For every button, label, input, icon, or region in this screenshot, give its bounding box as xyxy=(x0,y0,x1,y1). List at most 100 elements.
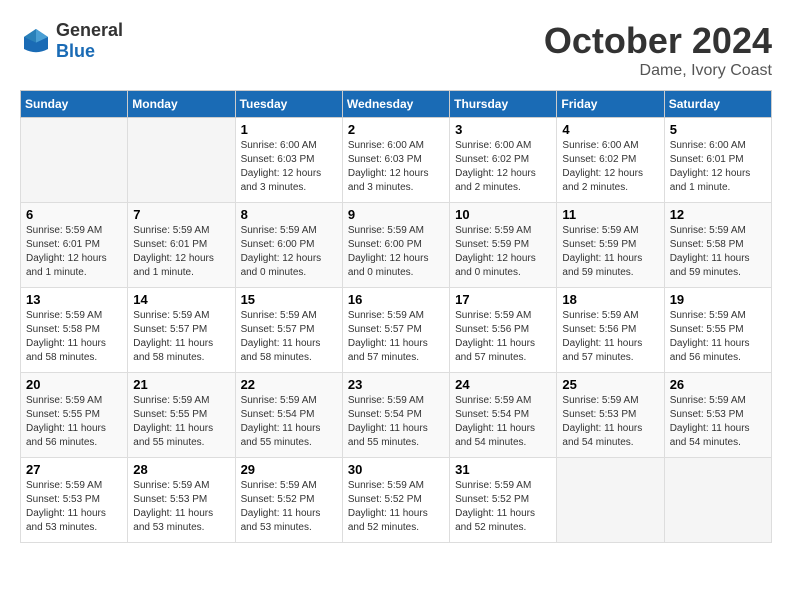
day-cell: 5Sunrise: 6:00 AM Sunset: 6:01 PM Daylig… xyxy=(664,118,771,203)
day-info: Sunrise: 5:59 AM Sunset: 5:56 PM Dayligh… xyxy=(562,309,658,365)
day-info: Sunrise: 5:59 AM Sunset: 6:01 PM Dayligh… xyxy=(133,224,229,280)
day-number: 27 xyxy=(26,462,122,477)
day-info: Sunrise: 5:59 AM Sunset: 5:52 PM Dayligh… xyxy=(241,479,337,535)
day-number: 9 xyxy=(348,207,444,222)
day-info: Sunrise: 5:59 AM Sunset: 5:52 PM Dayligh… xyxy=(455,479,551,535)
day-cell xyxy=(557,458,664,543)
day-info: Sunrise: 5:59 AM Sunset: 5:57 PM Dayligh… xyxy=(133,309,229,365)
calendar-table: SundayMondayTuesdayWednesdayThursdayFrid… xyxy=(20,90,772,543)
day-cell: 9Sunrise: 5:59 AM Sunset: 6:00 PM Daylig… xyxy=(342,203,449,288)
header-row: SundayMondayTuesdayWednesdayThursdayFrid… xyxy=(21,91,772,118)
day-cell: 15Sunrise: 5:59 AM Sunset: 5:57 PM Dayli… xyxy=(235,288,342,373)
week-row-4: 20 Sunrise: 5:59 AM Sunset: 5:55 PM Dayli… xyxy=(21,373,772,458)
day-cell: 16 Sunrise: 5:59 AM Sunset: 5:57 PM Dayli… xyxy=(342,288,449,373)
day-cell: 18 Sunrise: 5:59 AM Sunset: 5:56 PM Dayli… xyxy=(557,288,664,373)
day-info: Sunrise: 5:59 AM Sunset: 5:55 PM Dayligh… xyxy=(26,394,122,450)
day-number: 25 xyxy=(562,377,658,392)
day-number: 6 xyxy=(26,207,122,222)
day-cell: 24 Sunrise: 5:59 AM Sunset: 5:54 PM Dayli… xyxy=(450,373,557,458)
day-cell xyxy=(664,458,771,543)
day-cell: 19Sunrise: 5:59 AM Sunset: 5:55 PM Dayli… xyxy=(664,288,771,373)
day-cell xyxy=(128,118,235,203)
day-cell: 17Sunrise: 5:59 AM Sunset: 5:56 PM Dayli… xyxy=(450,288,557,373)
day-cell: 10 Sunrise: 5:59 AM Sunset: 5:59 PM Dayli… xyxy=(450,203,557,288)
day-number: 16 xyxy=(348,292,444,307)
day-info: Sunrise: 5:59 AM Sunset: 5:54 PM Dayligh… xyxy=(348,394,444,450)
title-block: October 2024 Dame, Ivory Coast xyxy=(544,20,772,80)
day-number: 31 xyxy=(455,462,551,477)
day-info: Sunrise: 5:59 AM Sunset: 6:00 PM Dayligh… xyxy=(241,224,337,280)
day-cell: 3 Sunrise: 6:00 AM Sunset: 6:02 PM Daylig… xyxy=(450,118,557,203)
day-cell: 31 Sunrise: 5:59 AM Sunset: 5:52 PM Dayli… xyxy=(450,458,557,543)
day-info: Sunrise: 5:59 AM Sunset: 5:59 PM Dayligh… xyxy=(455,224,551,280)
day-number: 8 xyxy=(241,207,337,222)
col-header-wednesday: Wednesday xyxy=(342,91,449,118)
col-header-thursday: Thursday xyxy=(450,91,557,118)
day-info: Sunrise: 5:59 AM Sunset: 6:01 PM Dayligh… xyxy=(26,224,122,280)
day-cell: 11 Sunrise: 5:59 AM Sunset: 5:59 PM Dayli… xyxy=(557,203,664,288)
day-number: 4 xyxy=(562,122,658,137)
day-cell: 20 Sunrise: 5:59 AM Sunset: 5:55 PM Dayli… xyxy=(21,373,128,458)
day-number: 12 xyxy=(670,207,766,222)
day-info: Sunrise: 6:00 AM Sunset: 6:03 PM Dayligh… xyxy=(348,139,444,195)
col-header-tuesday: Tuesday xyxy=(235,91,342,118)
day-number: 20 xyxy=(26,377,122,392)
col-header-saturday: Saturday xyxy=(664,91,771,118)
day-number: 18 xyxy=(562,292,658,307)
day-cell: 6 Sunrise: 5:59 AM Sunset: 6:01 PM Daylig… xyxy=(21,203,128,288)
page-header: General Blue October 2024 Dame, Ivory Co… xyxy=(20,20,772,80)
day-number: 7 xyxy=(133,207,229,222)
col-header-friday: Friday xyxy=(557,91,664,118)
week-row-2: 6 Sunrise: 5:59 AM Sunset: 6:01 PM Daylig… xyxy=(21,203,772,288)
day-cell: 4 Sunrise: 6:00 AM Sunset: 6:02 PM Daylig… xyxy=(557,118,664,203)
day-cell: 13 Sunrise: 5:59 AM Sunset: 5:58 PM Dayli… xyxy=(21,288,128,373)
day-info: Sunrise: 5:59 AM Sunset: 5:58 PM Dayligh… xyxy=(670,224,766,280)
day-number: 13 xyxy=(26,292,122,307)
day-number: 30 xyxy=(348,462,444,477)
day-cell: 7 Sunrise: 5:59 AM Sunset: 6:01 PM Daylig… xyxy=(128,203,235,288)
day-number: 1 xyxy=(241,122,337,137)
day-cell: 28Sunrise: 5:59 AM Sunset: 5:53 PM Dayli… xyxy=(128,458,235,543)
logo-icon xyxy=(20,25,52,57)
day-number: 2 xyxy=(348,122,444,137)
day-info: Sunrise: 5:59 AM Sunset: 5:57 PM Dayligh… xyxy=(348,309,444,365)
day-cell: 22 Sunrise: 5:59 AM Sunset: 5:54 PM Dayli… xyxy=(235,373,342,458)
day-number: 28 xyxy=(133,462,229,477)
day-info: Sunrise: 6:00 AM Sunset: 6:03 PM Dayligh… xyxy=(241,139,337,195)
day-cell: 25Sunrise: 5:59 AM Sunset: 5:53 PM Dayli… xyxy=(557,373,664,458)
day-number: 21 xyxy=(133,377,229,392)
day-cell xyxy=(21,118,128,203)
day-info: Sunrise: 6:00 AM Sunset: 6:02 PM Dayligh… xyxy=(455,139,551,195)
day-info: Sunrise: 5:59 AM Sunset: 5:59 PM Dayligh… xyxy=(562,224,658,280)
day-cell: 12 Sunrise: 5:59 AM Sunset: 5:58 PM Dayli… xyxy=(664,203,771,288)
day-number: 14 xyxy=(133,292,229,307)
location: Dame, Ivory Coast xyxy=(544,62,772,80)
col-header-sunday: Sunday xyxy=(21,91,128,118)
day-number: 24 xyxy=(455,377,551,392)
logo: General Blue xyxy=(20,20,123,62)
day-cell: 29 Sunrise: 5:59 AM Sunset: 5:52 PM Dayli… xyxy=(235,458,342,543)
day-cell: 27 Sunrise: 5:59 AM Sunset: 5:53 PM Dayli… xyxy=(21,458,128,543)
day-number: 22 xyxy=(241,377,337,392)
day-number: 10 xyxy=(455,207,551,222)
day-number: 3 xyxy=(455,122,551,137)
day-cell: 26Sunrise: 5:59 AM Sunset: 5:53 PM Dayli… xyxy=(664,373,771,458)
week-row-3: 13 Sunrise: 5:59 AM Sunset: 5:58 PM Dayli… xyxy=(21,288,772,373)
day-info: Sunrise: 5:59 AM Sunset: 5:53 PM Dayligh… xyxy=(670,394,766,450)
day-info: Sunrise: 5:59 AM Sunset: 5:52 PM Dayligh… xyxy=(348,479,444,535)
day-info: Sunrise: 5:59 AM Sunset: 5:55 PM Dayligh… xyxy=(133,394,229,450)
day-cell: 8 Sunrise: 5:59 AM Sunset: 6:00 PM Daylig… xyxy=(235,203,342,288)
day-info: Sunrise: 5:59 AM Sunset: 5:54 PM Dayligh… xyxy=(455,394,551,450)
day-info: Sunrise: 5:59 AM Sunset: 5:56 PM Dayligh… xyxy=(455,309,551,365)
day-info: Sunrise: 5:59 AM Sunset: 5:53 PM Dayligh… xyxy=(26,479,122,535)
day-info: Sunrise: 5:59 AM Sunset: 5:55 PM Dayligh… xyxy=(670,309,766,365)
day-info: Sunrise: 5:59 AM Sunset: 5:54 PM Dayligh… xyxy=(241,394,337,450)
day-cell: 1 Sunrise: 6:00 AM Sunset: 6:03 PM Daylig… xyxy=(235,118,342,203)
day-info: Sunrise: 5:59 AM Sunset: 5:57 PM Dayligh… xyxy=(241,309,337,365)
day-info: Sunrise: 6:00 AM Sunset: 6:02 PM Dayligh… xyxy=(562,139,658,195)
day-cell: 23Sunrise: 5:59 AM Sunset: 5:54 PM Dayli… xyxy=(342,373,449,458)
col-header-monday: Monday xyxy=(128,91,235,118)
day-number: 11 xyxy=(562,207,658,222)
day-number: 29 xyxy=(241,462,337,477)
day-info: Sunrise: 5:59 AM Sunset: 5:58 PM Dayligh… xyxy=(26,309,122,365)
